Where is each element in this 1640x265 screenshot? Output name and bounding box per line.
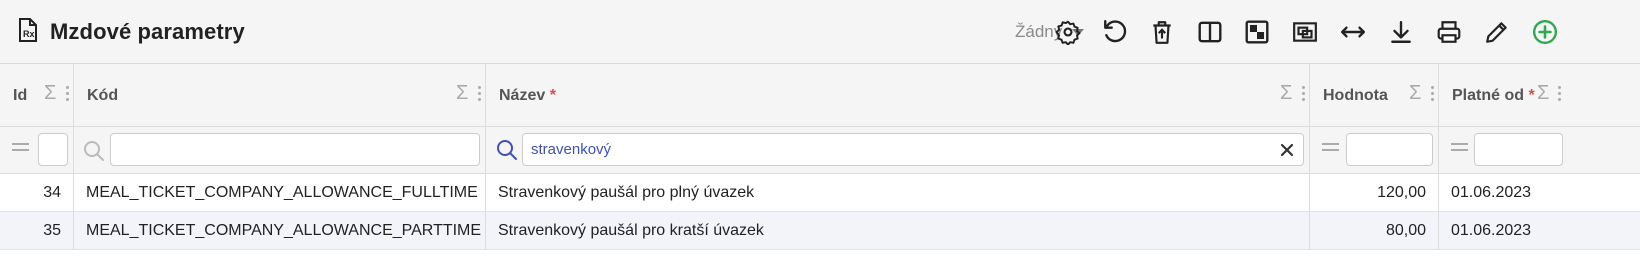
column-header-kod[interactable]: Kód Σ (74, 64, 486, 127)
search-icon (496, 139, 518, 166)
layout-button[interactable] (1242, 17, 1272, 47)
settings-icon (1055, 20, 1081, 45)
search-icon (83, 140, 105, 167)
page-title: Mzdové parametry (50, 19, 245, 44)
filter-input-id[interactable] (38, 133, 68, 166)
print-button[interactable] (1434, 17, 1464, 47)
column-header-hodnota[interactable]: Hodnota Σ (1310, 64, 1439, 127)
svg-text:Rx: Rx (23, 29, 35, 39)
refresh-icon (1104, 19, 1127, 43)
sum-icon[interactable]: Σ (1537, 82, 1549, 105)
title-area: Rx Mzdové parametry (18, 17, 245, 47)
document-receipt-icon: Rx (18, 17, 38, 47)
column-header-platne-od[interactable]: Platné od * Σ (1439, 64, 1640, 127)
settings-button[interactable] (1053, 17, 1083, 47)
filter-cell-hodnota (1310, 127, 1439, 174)
filter-input-platne-od[interactable] (1474, 133, 1563, 166)
split-view-button[interactable] (1195, 17, 1225, 47)
layout-icon (1245, 20, 1269, 44)
filter-input-nazev[interactable] (522, 133, 1304, 166)
cell-nazev: Stravenkový paušál pro plný úvazek (486, 174, 1310, 212)
filter-cell-kod (74, 127, 486, 174)
required-marker: * (1528, 87, 1535, 104)
column-menu-icon[interactable] (1558, 86, 1561, 102)
table-row[interactable]: 34 MEAL_TICKET_COMPANY_ALLOWANCE_FULLTIM… (0, 174, 1640, 212)
cell-kod: MEAL_TICKET_COMPANY_ALLOWANCE_FULLTIME (74, 174, 486, 212)
refresh-button[interactable] (1100, 17, 1130, 47)
zoom-fit-icon (1293, 22, 1317, 42)
required-marker: * (549, 87, 556, 104)
download-icon (1391, 21, 1411, 43)
column-label: Název * (499, 87, 556, 104)
filter-input-kod[interactable] (110, 133, 480, 166)
column-label: Kód (87, 87, 119, 104)
sum-icon[interactable]: Σ (44, 82, 56, 105)
delete-icon (1153, 21, 1171, 44)
equals-icon[interactable] (1451, 143, 1468, 151)
sum-icon[interactable]: Σ (1280, 82, 1292, 105)
delete-button[interactable] (1147, 17, 1177, 47)
cell-id: 35 (0, 212, 74, 250)
expand-width-icon (1340, 26, 1366, 38)
column-label: Platné od * (1452, 87, 1535, 104)
cell-kod: MEAL_TICKET_COMPANY_ALLOWANCE_PARTTIME (74, 212, 486, 250)
expand-width-button[interactable] (1338, 17, 1368, 47)
edit-button[interactable] (1482, 17, 1512, 47)
print-icon (1437, 21, 1461, 43)
cell-nazev: Stravenkový paušál pro kratší úvazek (486, 212, 1310, 250)
sum-icon[interactable]: Σ (1409, 82, 1421, 105)
cell-platne-od: 01.06.2023 (1451, 222, 1532, 239)
download-button[interactable] (1386, 17, 1416, 47)
equals-icon[interactable] (1322, 143, 1339, 151)
filter-cell-platne-od (1439, 127, 1640, 174)
cell-hodnota: 120,00 (1310, 174, 1439, 212)
clear-icon[interactable] (1280, 143, 1294, 162)
filter-cell-id (0, 127, 74, 174)
filter-input-hodnota[interactable] (1346, 133, 1433, 166)
sum-icon[interactable]: Σ (456, 82, 468, 105)
cell-id: 34 (0, 174, 74, 212)
add-button[interactable] (1530, 17, 1560, 47)
equals-icon[interactable] (12, 143, 29, 151)
add-icon (1532, 19, 1558, 45)
cell-hodnota: 80,00 (1310, 212, 1439, 250)
column-label: Id (13, 87, 28, 104)
split-view-icon (1198, 21, 1222, 43)
column-menu-icon[interactable] (66, 86, 69, 102)
zoom-fit-button[interactable] (1290, 17, 1320, 47)
toolbar: Rx Mzdové parametry Žádný (0, 0, 1640, 64)
column-header-id[interactable]: Id Σ (0, 64, 74, 127)
column-header-nazev[interactable]: Název * Σ (486, 64, 1310, 127)
edit-icon (1486, 22, 1507, 43)
column-menu-icon[interactable] (1302, 86, 1305, 102)
filter-cell-nazev (486, 127, 1310, 174)
column-menu-icon[interactable] (1431, 86, 1434, 102)
cell-platne-od: 01.06.2023 (1451, 184, 1532, 201)
column-menu-icon[interactable] (478, 86, 481, 102)
table-row[interactable]: 35 MEAL_TICKET_COMPANY_ALLOWANCE_PARTTIM… (0, 212, 1640, 250)
column-label: Hodnota (1323, 87, 1388, 104)
